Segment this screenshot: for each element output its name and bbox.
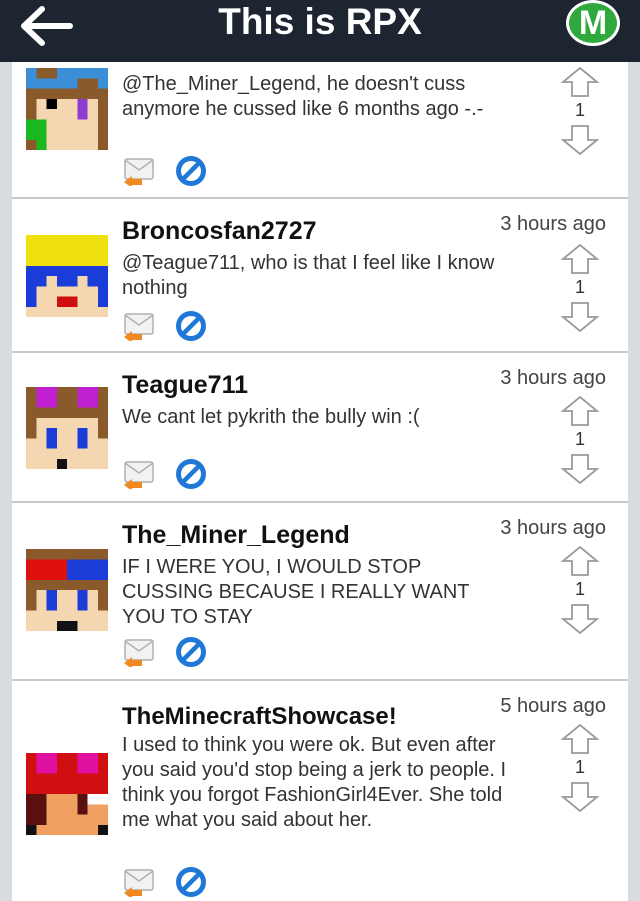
downvote-arrow-icon[interactable]: [560, 124, 600, 156]
reply-icon[interactable]: [122, 311, 156, 341]
menu-badge-button[interactable]: M: [566, 0, 620, 46]
reply-icon[interactable]: [122, 637, 156, 667]
page-title: This is RPX: [218, 1, 422, 42]
avatar[interactable]: [26, 753, 108, 835]
comment-list[interactable]: @The_Miner_Legend, he doesn't cuss anymo…: [12, 62, 628, 901]
comment-actions: [122, 154, 212, 188]
downvote-arrow-icon[interactable]: [560, 453, 600, 485]
block-icon[interactable]: [174, 865, 208, 899]
vote-count: 1: [574, 429, 585, 449]
block-icon[interactable]: [174, 635, 208, 669]
reply-icon[interactable]: [122, 459, 156, 489]
block-icon[interactable]: [174, 309, 208, 343]
vote-control: 1: [560, 545, 600, 635]
comment-item: Teague711 3 hours ago We cant let pykrit…: [12, 353, 628, 503]
avatar[interactable]: [26, 387, 108, 469]
reply-icon[interactable]: [122, 156, 156, 186]
downvote-arrow-icon[interactable]: [560, 301, 600, 333]
comment-text: IF I WERE YOU, I WOULD STOP CUSSING BECA…: [122, 556, 470, 628]
comment-author[interactable]: Broncosfan2727: [122, 217, 317, 246]
comment-item: TheMinecraftShowcase! 5 hours ago I used…: [12, 681, 628, 901]
comment-author[interactable]: The_Miner_Legend: [122, 521, 350, 550]
downvote-arrow-icon[interactable]: [560, 603, 600, 635]
vote-count: 1: [574, 579, 585, 599]
comment-actions: [122, 309, 212, 343]
comment-author[interactable]: Teague711: [122, 371, 248, 400]
upvote-arrow-icon[interactable]: [560, 243, 600, 275]
upvote-arrow-icon[interactable]: [560, 545, 600, 577]
comment-actions: [122, 865, 212, 899]
vote-count: 1: [574, 277, 585, 297]
upvote-arrow-icon[interactable]: [560, 723, 600, 755]
comment-timestamp: 5 hours ago: [500, 695, 606, 717]
reply-icon[interactable]: [122, 867, 156, 897]
upvote-arrow-icon[interactable]: [560, 66, 600, 98]
comment-timestamp: 3 hours ago: [500, 367, 606, 389]
comment-actions: [122, 635, 212, 669]
comment-text: @The_Miner_Legend, he doesn't cuss anymo…: [122, 73, 484, 120]
comment-item: The_Miner_Legend 3 hours ago IF I WERE Y…: [12, 503, 628, 681]
upvote-arrow-icon[interactable]: [560, 395, 600, 427]
downvote-arrow-icon[interactable]: [560, 781, 600, 813]
block-icon[interactable]: [174, 457, 208, 491]
vote-control: 1: [560, 395, 600, 485]
top-bar: This is RPX M: [0, 0, 640, 62]
comment-actions: [122, 457, 212, 491]
vote-count: 1: [574, 757, 585, 777]
comment-text: @Teague711, who is that I feel like I kn…: [122, 252, 495, 299]
block-icon[interactable]: [174, 154, 208, 188]
comment-item: Broncosfan2727 3 hours ago @Teague711, w…: [12, 199, 628, 353]
vote-control: 1: [560, 243, 600, 333]
comment-timestamp: 3 hours ago: [500, 517, 606, 539]
vote-control: 1: [560, 66, 600, 156]
comment-author[interactable]: TheMinecraftShowcase!: [122, 703, 397, 731]
avatar[interactable]: [26, 68, 108, 150]
avatar[interactable]: [26, 235, 108, 317]
vote-control: 1: [560, 723, 600, 813]
comment-item: @The_Miner_Legend, he doesn't cuss anymo…: [12, 62, 628, 199]
vote-count: 1: [574, 100, 585, 120]
comment-text: We cant let pykrith the bully win :(: [122, 406, 420, 428]
comment-timestamp: 3 hours ago: [500, 213, 606, 235]
comment-text: I used to think you were ok. But even af…: [122, 734, 507, 831]
avatar[interactable]: [26, 549, 108, 631]
